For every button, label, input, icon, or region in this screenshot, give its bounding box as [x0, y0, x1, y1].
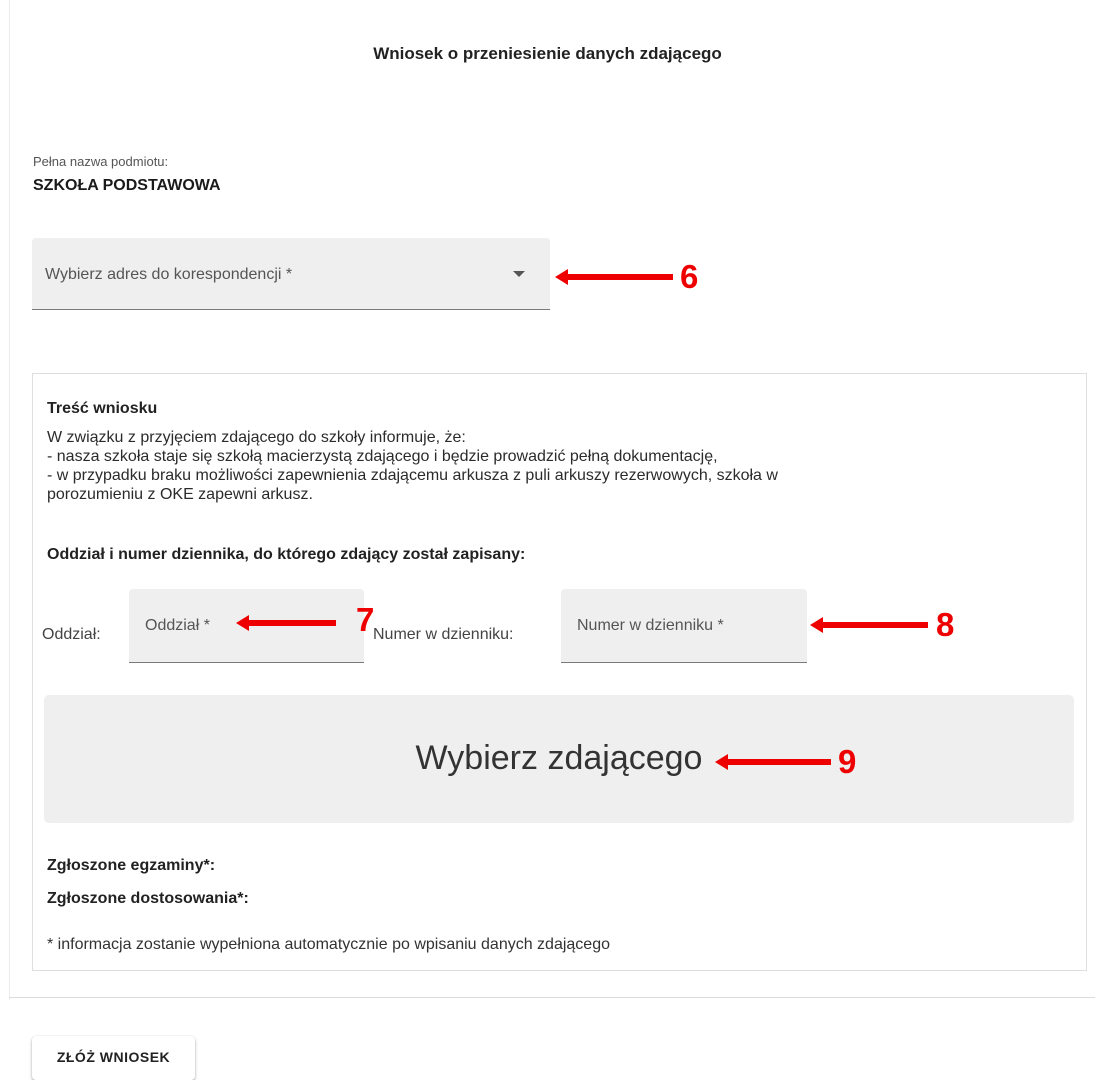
registered-exams-label: Zgłoszone egzaminy*: [47, 857, 216, 874]
request-text-line: porozumieniu z OKE zapewni arkusz. [47, 486, 313, 503]
registered-accommodations-label: Zgłoszone dostosowania*: [47, 890, 249, 907]
caret-down-icon[interactable] [513, 271, 525, 277]
callout-number-7: 7 [356, 601, 375, 638]
annotation-arrow-7 [236, 612, 356, 634]
page-title: Wniosek o przeniesienie danych zdającego [373, 44, 722, 63]
entity-name-value: SZKOŁA PODSTAWOWA [33, 177, 221, 194]
choose-candidate-label: Wybierz zdającego [415, 739, 703, 777]
request-content-text: W związku z przyjęciem zdającego do szko… [47, 428, 778, 504]
request-text-line: W związku z przyjęciem zdającego do szko… [47, 429, 466, 446]
annotation-arrow-8 [810, 614, 930, 636]
callout-number-8: 8 [936, 606, 955, 643]
request-text-line: - w przypadku braku możliwości zapewnien… [47, 467, 778, 484]
class-and-number-section-title: Oddział i numer dziennika, do którego zd… [47, 546, 526, 563]
annotation-arrow-9 [715, 751, 835, 773]
request-content-title: Treść wniosku [47, 400, 158, 417]
submit-request-button[interactable]: ZŁÓŻ WNIOSEK [32, 1036, 195, 1080]
footer-divider [9, 997, 1095, 998]
request-text-line: - nasza szkoła staje się szkołą macierzy… [47, 448, 718, 465]
class-label: Oddział: [42, 626, 101, 643]
diary-number-input[interactable] [561, 589, 807, 662]
left-arrow-icon [236, 615, 336, 631]
correspondence-address-placeholder: Wybierz adres do korespondencji * [45, 266, 293, 283]
diary-number-label: Numer w dzienniku: [373, 626, 514, 643]
correspondence-address-select[interactable]: Wybierz adres do korespondencji * [32, 238, 550, 310]
auto-fill-note: * informacja zostanie wypełniona automat… [47, 936, 610, 953]
left-arrow-icon [555, 269, 673, 285]
left-arrow-icon [810, 617, 928, 633]
annotation-arrow-6 [555, 266, 675, 288]
diary-number-field[interactable] [561, 589, 807, 663]
left-arrow-icon [715, 754, 831, 770]
request-content-card: Treść wniosku W związku z przyjęciem zda… [32, 373, 1087, 971]
callout-number-9: 9 [838, 743, 857, 780]
callout-number-6: 6 [680, 258, 699, 295]
page-left-border [9, 0, 10, 1000]
entity-name-label: Pełna nazwa podmiotu: [33, 154, 169, 169]
submit-request-label: ZŁÓŻ WNIOSEK [56, 1049, 171, 1065]
choose-candidate-button[interactable]: Wybierz zdającego [44, 695, 1074, 823]
